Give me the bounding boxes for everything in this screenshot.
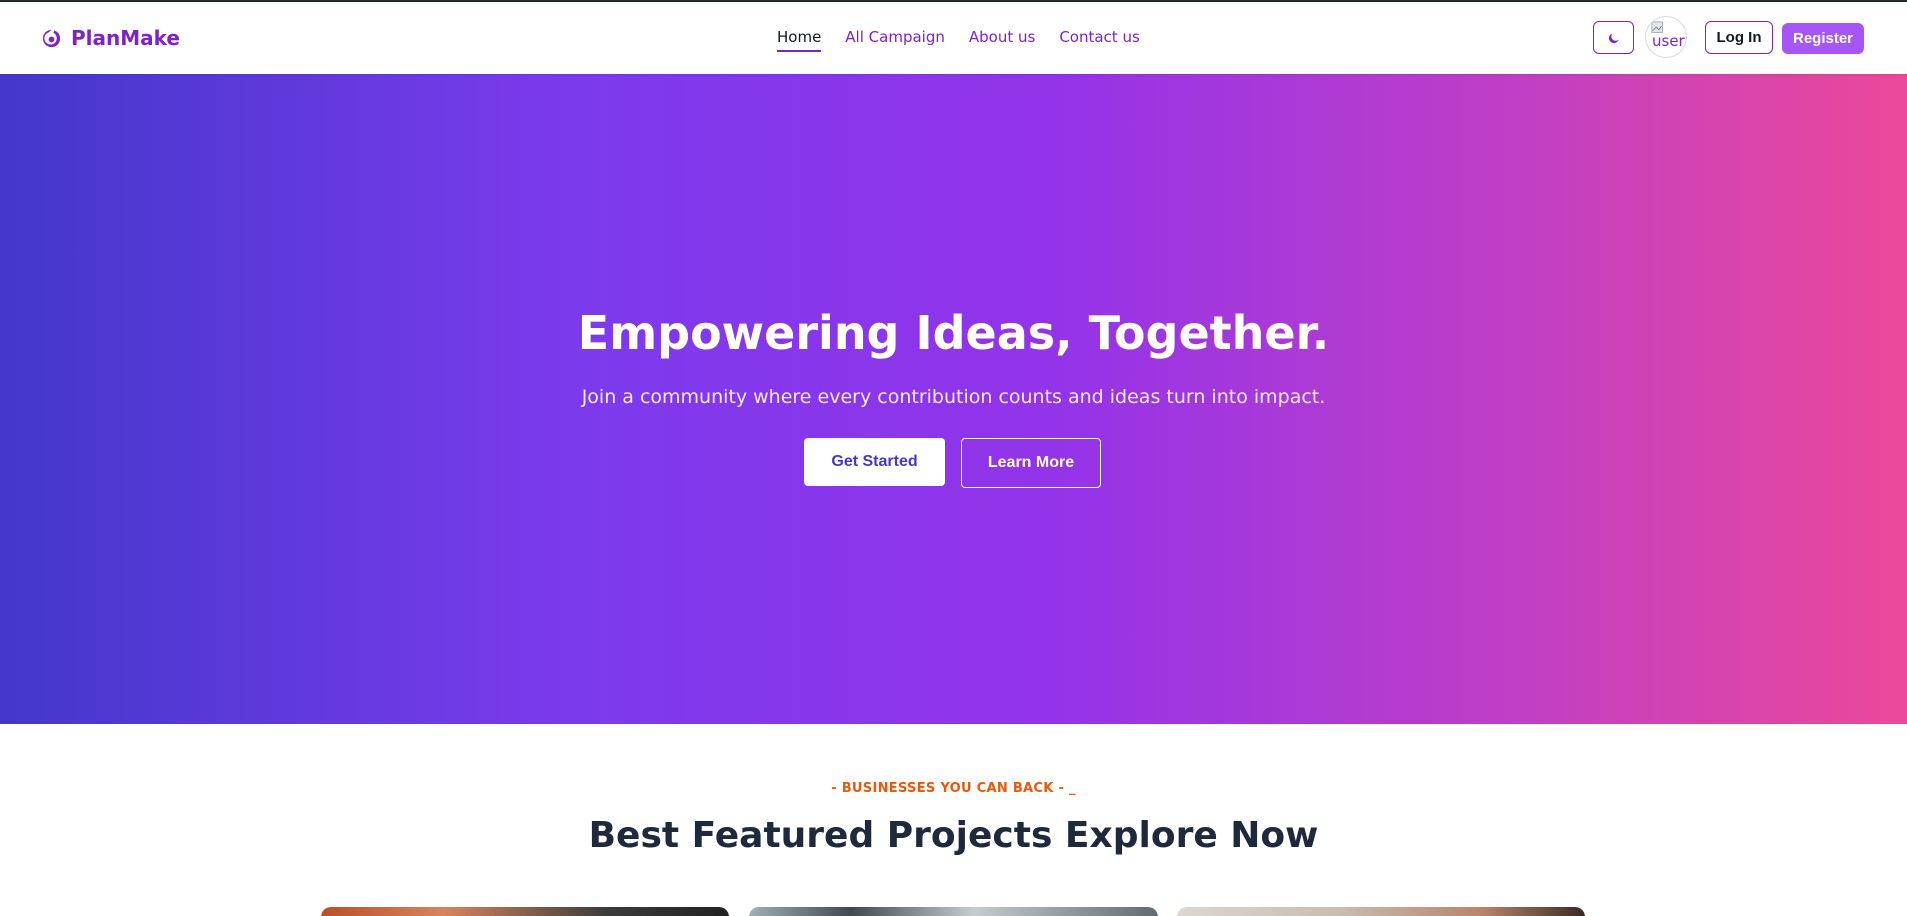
moon-icon xyxy=(1608,32,1619,43)
theme-toggle-button[interactable] xyxy=(1593,21,1634,54)
hero-banner: Empowering Ideas, Together. Join a commu… xyxy=(0,74,1907,724)
register-button[interactable]: Register xyxy=(1782,23,1864,54)
section-title: Best Featured Projects Explore Now xyxy=(588,815,1319,856)
hero-title: Empowering Ideas, Together. xyxy=(577,306,1330,360)
user-avatar[interactable]: user xyxy=(1645,16,1687,58)
main-nav: Home All Campaign About us Contact us xyxy=(777,28,1140,52)
navbar: PlanMake Home All Campaign About us Cont… xyxy=(0,2,1907,74)
project-card[interactable] xyxy=(321,907,729,916)
section-eyebrow: - BUSINESSES YOU CAN BACK - _ xyxy=(831,781,1076,796)
learn-more-button[interactable]: Learn More xyxy=(961,438,1101,488)
nav-link-home[interactable]: Home xyxy=(777,28,822,52)
avatar-alt-text: user xyxy=(1652,32,1685,50)
brand-logo-link[interactable]: PlanMake xyxy=(40,24,180,52)
login-button[interactable]: Log In xyxy=(1705,21,1773,54)
hero-actions: Get Started Learn More xyxy=(804,438,1101,488)
nav-link-all-campaign[interactable]: All Campaign xyxy=(845,28,945,52)
logo-icon xyxy=(42,29,61,47)
nav-link-about-us[interactable]: About us xyxy=(969,28,1035,52)
project-card[interactable] xyxy=(1177,907,1585,916)
project-card[interactable] xyxy=(749,907,1158,916)
hero-subtitle: Join a community where every contributio… xyxy=(581,386,1326,408)
get-started-button[interactable]: Get Started xyxy=(804,438,945,486)
brand-name: PlanMake xyxy=(71,26,180,50)
nav-link-contact-us[interactable]: Contact us xyxy=(1059,28,1139,52)
